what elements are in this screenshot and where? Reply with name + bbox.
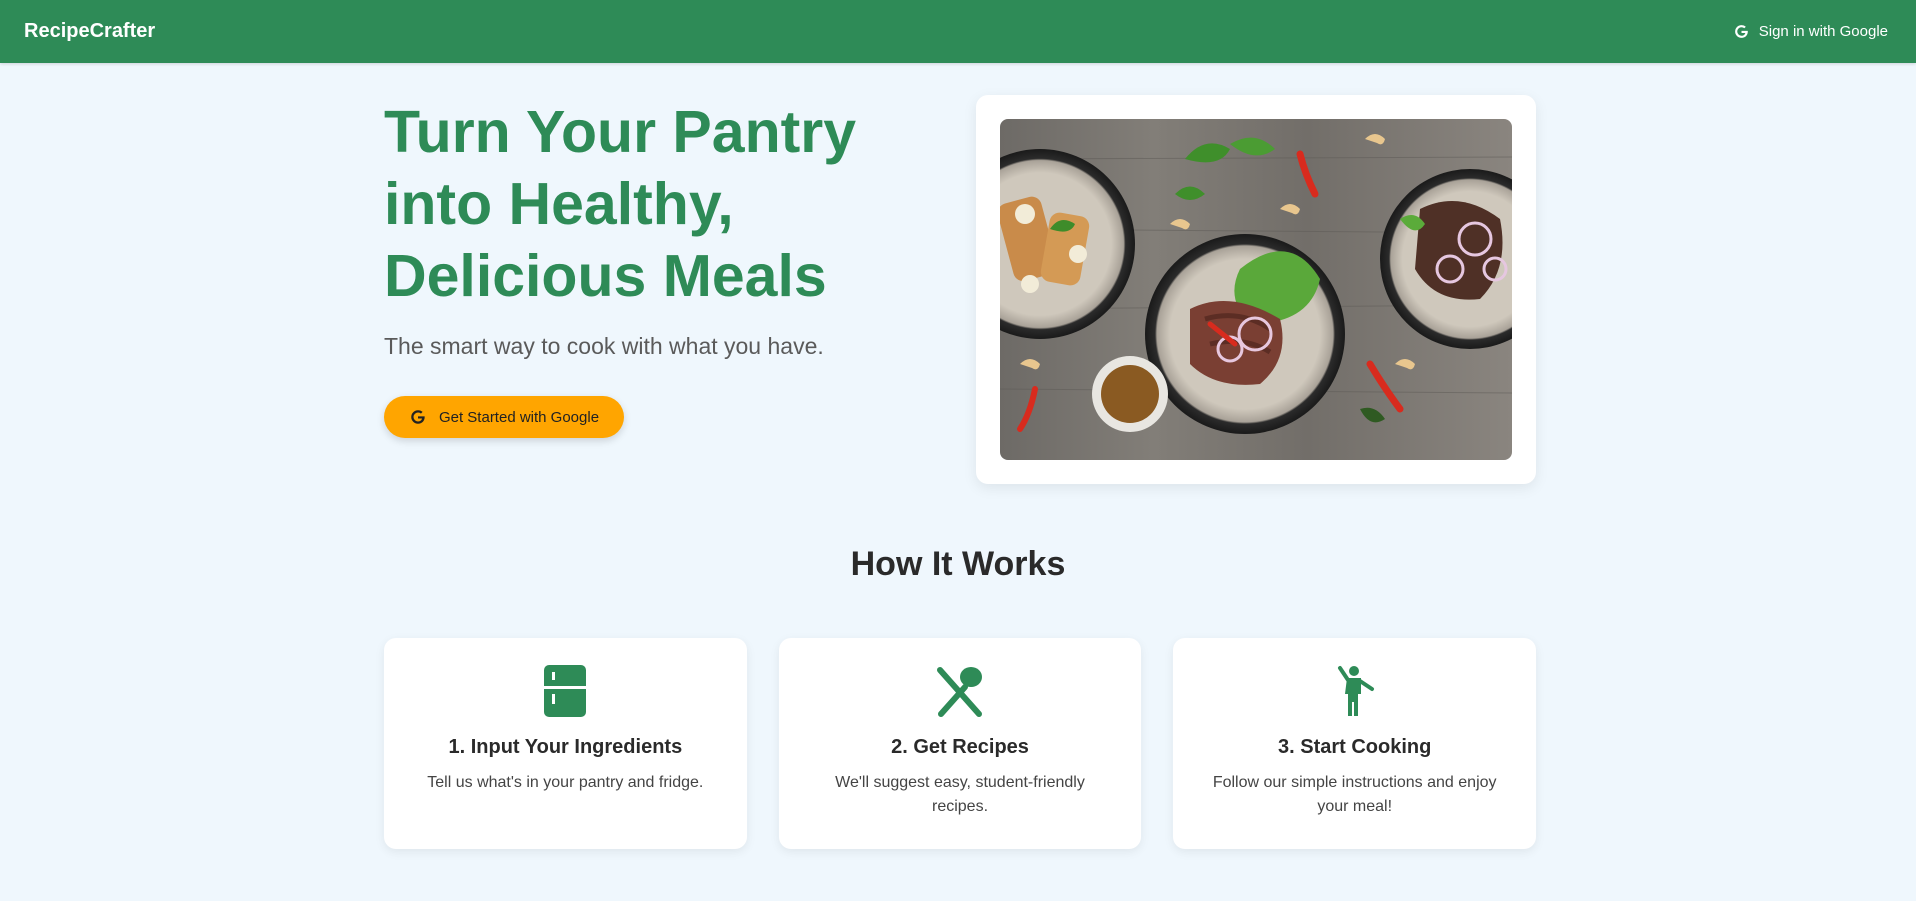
google-g-icon (411, 410, 425, 424)
how-it-works-heading: How It Works (850, 545, 1066, 583)
cta-label: Get Started with Google (438, 408, 600, 426)
person-cooking-icon (1337, 666, 1374, 716)
hero-title-line: into Healthy, (384, 171, 734, 237)
sign-in-label: Sign in with Google (1758, 23, 1888, 40)
hero-title: Turn Your Pantry into Healthy, Delicious… (384, 96, 924, 312)
hero-subtitle: The smart way to cook with what you have… (384, 333, 824, 359)
step-card: 2. Get Recipes We'll suggest easy, stude… (778, 638, 1142, 849)
brand-logo-text[interactable]: RecipeCrafter (24, 20, 155, 43)
hero-title-line: Delicious Meals (384, 243, 827, 309)
step-description: Follow our simple instructions and enjoy… (1212, 774, 1497, 815)
step-description: Tell us what's in your pantry and fridge… (427, 774, 704, 791)
food-bowls-photo (1000, 119, 1512, 460)
utensils-icon (937, 667, 982, 717)
step-title: 3. Start Cooking (1278, 736, 1432, 758)
step-description: We'll suggest easy, student-friendly rec… (835, 774, 1085, 815)
google-g-icon (1734, 25, 1748, 38)
steps-list: 1. Input Your Ingredients Tell us what's… (384, 638, 1537, 849)
top-navbar: RecipeCrafter Sign in with Google (0, 0, 1916, 63)
step-card: 1. Input Your Ingredients Tell us what's… (384, 638, 747, 849)
fridge-icon (544, 665, 587, 717)
get-started-with-google-button[interactable]: Get Started with Google (384, 396, 624, 438)
hero-image-card (976, 95, 1536, 484)
hero-title-line: Turn Your Pantry (384, 99, 857, 165)
step-title: 2. Get Recipes (891, 736, 1029, 758)
step-title: 1. Input Your Ingredients (448, 736, 683, 758)
sign-in-with-google-button[interactable]: Sign in with Google (1733, 23, 1888, 40)
step-card: 3. Start Cooking Follow our simple instr… (1173, 638, 1537, 849)
